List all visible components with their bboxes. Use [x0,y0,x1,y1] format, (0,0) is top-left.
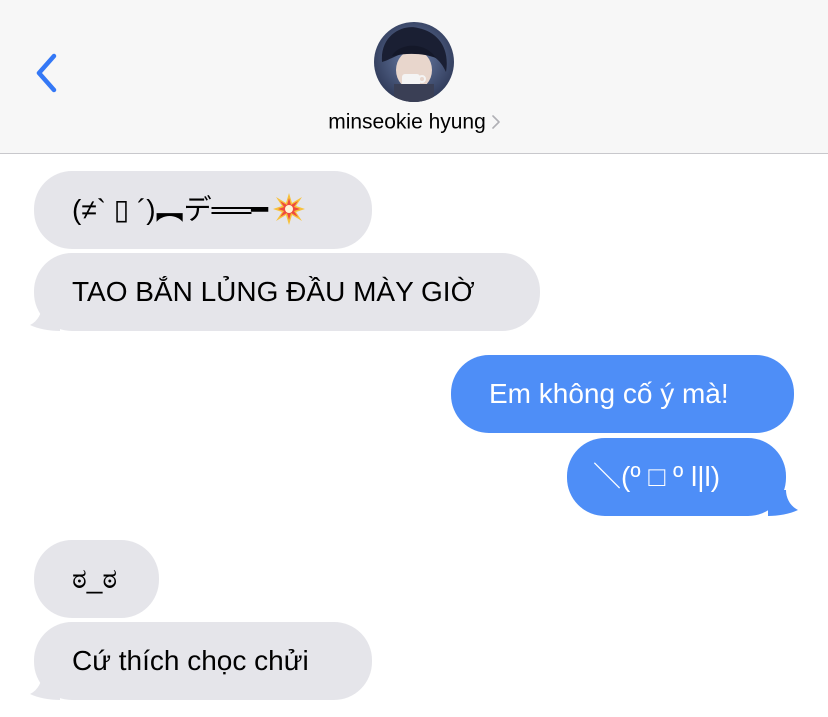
chevron-right-icon [491,115,500,130]
contact-name: minseokie hyung [328,110,486,134]
received-message[interactable]: (≠` ▯ ´)︻デ══━ [34,171,372,249]
sent-message[interactable]: ＼(º □ º l|l) [567,438,786,516]
conversation-header: minseokie hyung [0,0,828,154]
contact-name-button[interactable]: minseokie hyung [0,110,828,134]
received-message[interactable]: ಠ_ಠ [34,540,159,618]
bubble-tail [30,674,60,700]
received-message[interactable]: TAO BẮN LỦNG ĐẦU MÀY GIỜ [34,253,540,331]
message-text: ＼(º □ º l|l) [593,461,721,492]
collision-emoji-icon [273,192,306,225]
message-text: Cứ thích chọc chửi [72,645,309,676]
bubble-tail [768,490,798,516]
message-text: ಠ_ಠ [72,563,118,594]
back-button[interactable] [30,48,70,98]
messages-screen: minseokie hyung (≠` ▯ ´)︻デ══━ TAO BẮN LỦ… [0,0,828,717]
message-text: Em không cố ý mà! [489,378,729,409]
received-message[interactable]: Cứ thích chọc chửi [34,622,372,700]
bubble-tail [30,305,60,331]
sent-message[interactable]: Em không cố ý mà! [451,355,794,433]
message-text: TAO BẮN LỦNG ĐẦU MÀY GIỜ [72,276,475,307]
message-text: (≠` ▯ ´)︻デ══━ [72,194,269,225]
chevron-left-icon [36,53,57,93]
avatar[interactable] [374,22,454,102]
